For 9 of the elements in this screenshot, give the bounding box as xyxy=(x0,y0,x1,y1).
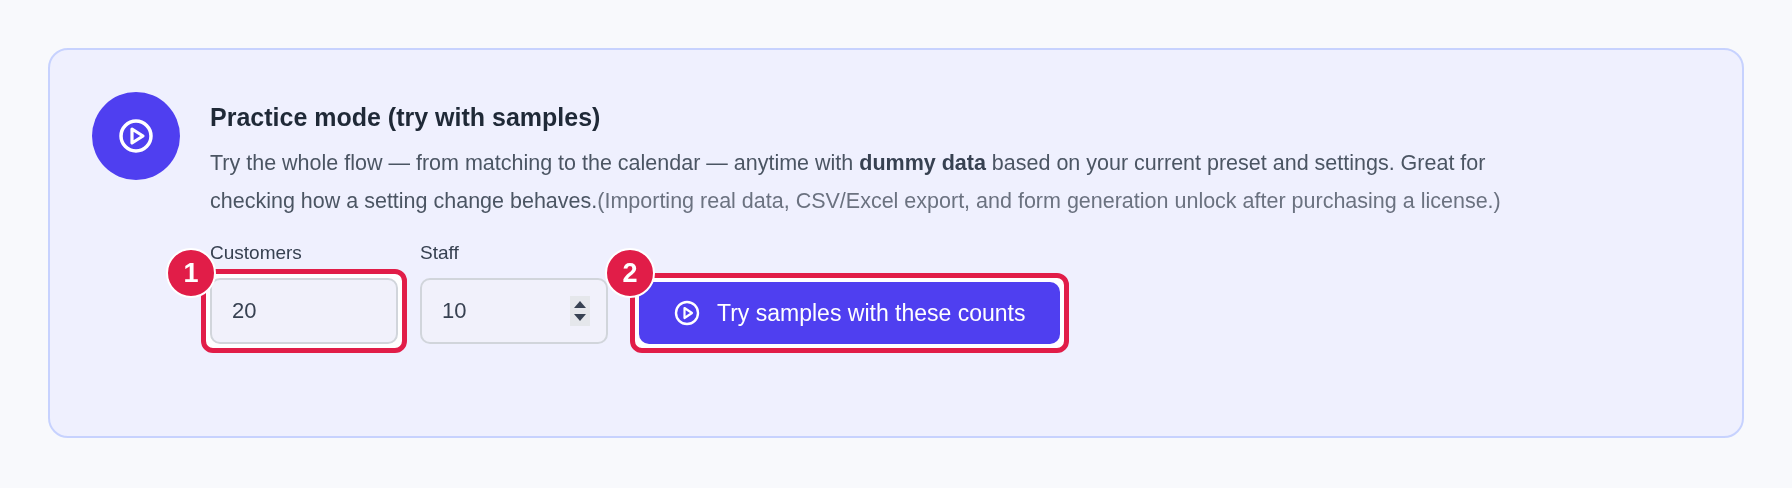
number-field[interactable]: 20 xyxy=(210,278,398,344)
step-badge: 2 xyxy=(605,248,655,298)
number-field[interactable]: 10 xyxy=(420,278,608,344)
description-text: Try the whole flow — from matching to the calendar — anytime with dummy data based on your current preset and settings. Great for checking how a setting change behaves.(Importing real data, CSV/Excel export, and form generation unlock after purchasing a license.) xyxy=(210,150,1502,215)
play-icon xyxy=(673,299,701,327)
field-label: Staff xyxy=(420,242,460,264)
stepper-icon[interactable] xyxy=(570,296,590,326)
try-samples-button[interactable]: Try samples with these counts xyxy=(639,282,1060,344)
card-title: Practice mode (try with samples) xyxy=(210,102,602,132)
